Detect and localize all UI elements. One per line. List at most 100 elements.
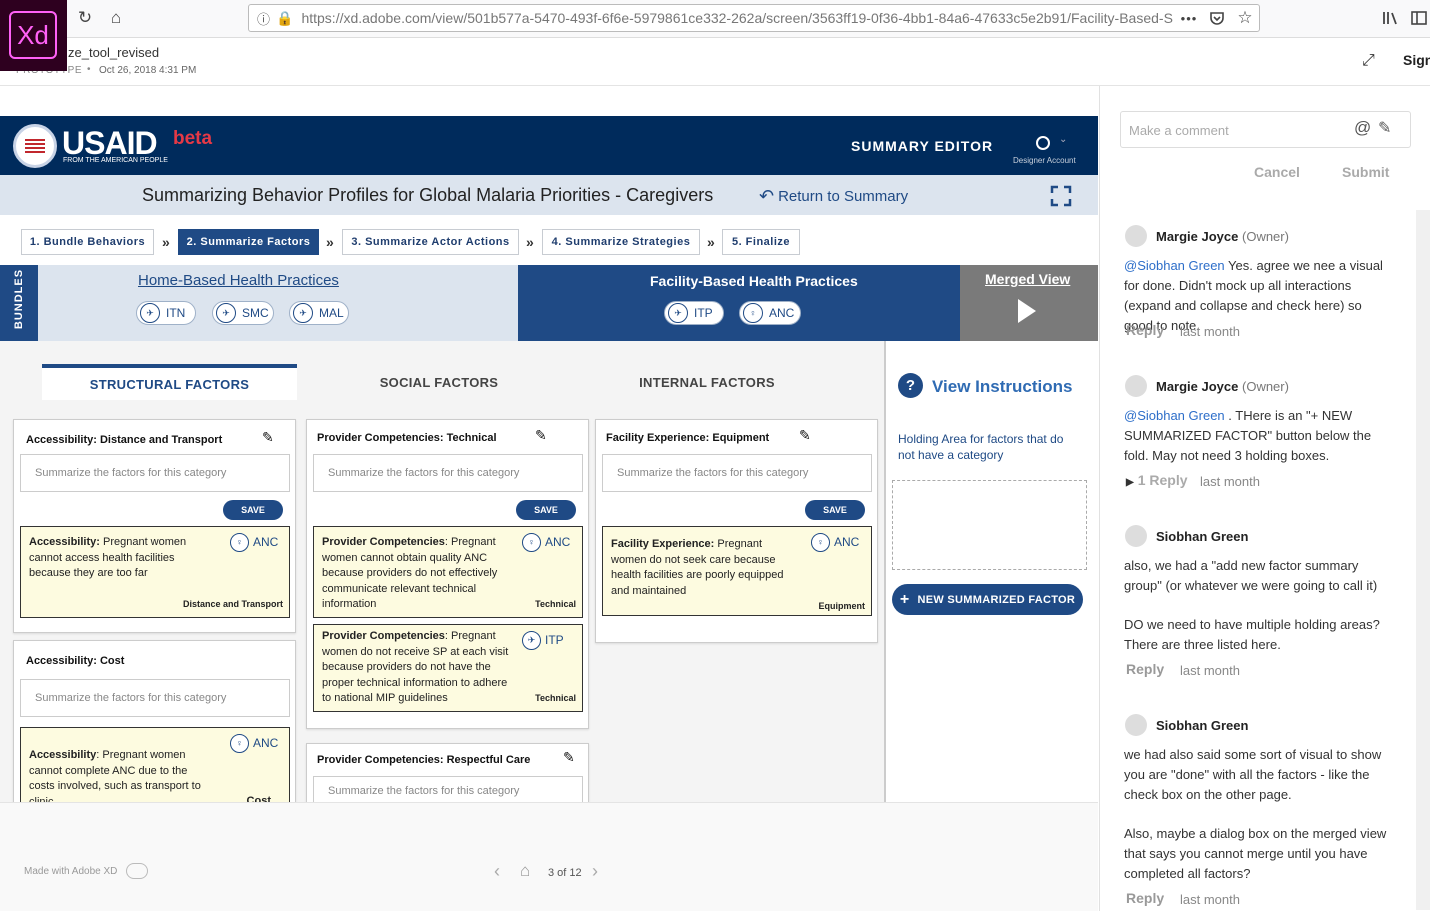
info-icon[interactable]: ⓘ xyxy=(257,9,270,28)
return-to-summary-link[interactable]: ↶ Return to Summary xyxy=(759,186,908,207)
bundle-home-title[interactable]: Home-Based Health Practices xyxy=(138,272,339,289)
author-name: Margie Joyce xyxy=(1156,379,1239,394)
factor-card[interactable]: Provider Competencies: Pregnant women do… xyxy=(313,624,583,712)
mention-link[interactable]: @Siobhan Green xyxy=(1124,408,1225,423)
return-label: Return to Summary xyxy=(778,188,909,205)
factor-bold: Provider Competencies xyxy=(322,630,445,642)
mosquito-icon: ✈ xyxy=(668,303,688,323)
pill-itn[interactable]: ✈ ITN xyxy=(136,301,196,325)
bundle-facility[interactable]: Facility-Based Health Practices xyxy=(518,265,960,341)
library-icon[interactable] xyxy=(1380,7,1402,29)
expand-replies-button[interactable]: ▶ 1 Reply xyxy=(1126,472,1188,488)
factor-card[interactable]: Accessibility: Pregnant women cannot acc… xyxy=(20,526,290,618)
account-icon[interactable] xyxy=(1036,136,1050,150)
pregnant-icon: ♀ xyxy=(522,533,541,552)
home-icon[interactable]: ⌂ xyxy=(105,7,127,29)
help-icon[interactable]: ? xyxy=(898,373,923,398)
url-bar[interactable]: ⓘ 🔒 https://xd.adobe.com/view/501b577a-5… xyxy=(248,4,1260,32)
made-with-label: Made with Adobe XD xyxy=(24,866,118,877)
tab-social-factors[interactable]: SOCIAL FACTORS xyxy=(320,364,558,400)
next-page-icon[interactable]: › xyxy=(592,861,598,882)
save-button[interactable]: SAVE xyxy=(805,500,865,520)
category-card: Provider Competencies: Technical ✎ Summa… xyxy=(306,419,589,729)
doc-date-sep: • xyxy=(87,64,91,75)
tab-structural-factors[interactable]: STRUCTURAL FACTORS xyxy=(42,364,297,400)
pill-itp[interactable]: ✈ ITP xyxy=(664,301,724,325)
factor-card[interactable]: Provider Competencies: Pregnant women ca… xyxy=(313,526,583,618)
save-button[interactable]: SAVE xyxy=(516,500,576,520)
summary-input[interactable]: Summarize the factors for this category xyxy=(313,454,583,492)
step-5-finalize[interactable]: 5. Finalize xyxy=(722,229,800,255)
factor-card[interactable]: Accessibility: Pregnant women cannot com… xyxy=(20,727,290,802)
comment-time: last month xyxy=(1200,474,1260,489)
doc-date: Oct 26, 2018 4:31 PM xyxy=(99,65,197,76)
page-title: Summarizing Behavior Profiles for Global… xyxy=(142,185,714,205)
badge-label: ITP xyxy=(545,632,564,647)
category-title: Facility Experience: Equipment xyxy=(606,432,770,444)
comment-body: @Siobhan Green Yes. agree we nee a visua… xyxy=(1124,256,1394,336)
summary-input[interactable]: Summarize the factors for this category xyxy=(313,776,583,802)
reload-icon[interactable]: ↻ xyxy=(74,7,96,29)
pin-icon[interactable]: ✎ xyxy=(1378,118,1391,138)
pill-label: MAL xyxy=(319,306,344,320)
home-screen-icon[interactable]: ⌂ xyxy=(520,861,530,881)
reply-button[interactable]: Reply xyxy=(1126,322,1164,338)
mosquito-icon: ✈ xyxy=(216,303,236,323)
step-2-summarize-factors[interactable]: 2. Summarize Factors xyxy=(178,229,319,255)
mention-link[interactable]: @Siobhan Green xyxy=(1124,258,1225,273)
reply-button[interactable]: Reply xyxy=(1126,890,1164,906)
pill-smc[interactable]: ✈ SMC xyxy=(212,301,274,325)
account-chevron-icon[interactable]: ⌄ xyxy=(1059,134,1067,145)
expand-icon[interactable] xyxy=(1050,185,1072,207)
cancel-button[interactable]: Cancel xyxy=(1254,164,1300,180)
pill-mal[interactable]: ✈ MAL xyxy=(289,301,349,325)
pencil-icon[interactable]: ✎ xyxy=(262,429,278,445)
creative-cloud-icon xyxy=(126,863,148,879)
pocket-icon[interactable] xyxy=(1206,7,1228,29)
summary-input[interactable]: Summarize the factors for this category xyxy=(20,454,290,492)
step-4-summarize-strategies[interactable]: 4. Summarize Strategies xyxy=(542,229,700,255)
step-chevron-icon: » xyxy=(162,234,170,250)
sidebar-icon[interactable] xyxy=(1408,7,1430,29)
mode-label: SUMMARY EDITOR xyxy=(851,138,994,154)
more-icon[interactable]: ••• xyxy=(1178,7,1200,29)
badge-label: ANC xyxy=(834,534,860,549)
xd-logo[interactable]: Xd xyxy=(0,0,67,71)
bundle-home[interactable]: Home-Based Health Practices xyxy=(38,265,518,341)
avatar xyxy=(1125,225,1147,247)
new-summarized-factor-button[interactable]: + NEW SUMMARIZED FACTOR xyxy=(892,584,1083,615)
pencil-icon[interactable]: ✎ xyxy=(799,427,815,443)
badge-label: ANC xyxy=(253,534,279,549)
submit-button[interactable]: Submit xyxy=(1342,164,1389,180)
new-factor-label: NEW SUMMARIZED FACTOR xyxy=(917,593,1076,606)
lock-icon: 🔒 xyxy=(276,9,294,26)
view-instructions-link[interactable]: View Instructions xyxy=(932,377,1072,397)
step-3-summarize-actor-actions[interactable]: 3. Summarize Actor Actions xyxy=(342,229,519,255)
pencil-icon[interactable]: ✎ xyxy=(563,749,579,765)
factor-card[interactable]: Facility Experience: Pregnant women do n… xyxy=(602,526,872,616)
save-button[interactable]: SAVE xyxy=(223,500,283,520)
mention-icon[interactable]: @ xyxy=(1354,118,1371,138)
sign-in-link[interactable]: Sign xyxy=(1403,52,1430,68)
comment-author: Margie Joyce (Owner) xyxy=(1156,229,1289,244)
factor-badge: ♀ ANC xyxy=(522,533,570,552)
reply-button[interactable]: Reply xyxy=(1126,661,1164,677)
pill-anc[interactable]: ♀ ANC xyxy=(739,301,801,325)
pencil-icon[interactable]: ✎ xyxy=(535,427,551,443)
fullscreen-icon[interactable]: ⤢ xyxy=(1362,52,1375,70)
bundle-facility-title: Facility-Based Health Practices xyxy=(650,273,858,289)
holding-drop-zone[interactable] xyxy=(892,480,1087,570)
category-card: Facility Experience: Equipment ✎ Summari… xyxy=(595,419,878,643)
summary-input[interactable]: Summarize the factors for this category xyxy=(602,454,872,492)
factor-bold: Accessibility: xyxy=(29,536,100,548)
summary-input[interactable]: Summarize the factors for this category xyxy=(20,679,290,717)
tab-internal-factors[interactable]: INTERNAL FACTORS xyxy=(588,364,826,400)
factor-tag: Technical xyxy=(535,693,576,703)
prev-page-icon[interactable]: ‹ xyxy=(494,861,500,882)
step-1-bundle-behaviors[interactable]: 1. Bundle Behaviors xyxy=(21,229,154,255)
badge-label: ANC xyxy=(253,735,279,750)
scrollbar-track[interactable] xyxy=(1416,210,1430,910)
merged-view-button[interactable]: Merged View xyxy=(960,265,1098,341)
prototype-artboard: USAID FROM THE AMERICAN PEOPLE beta SUMM… xyxy=(0,116,1098,802)
bookmark-star-icon[interactable]: ☆ xyxy=(1234,7,1256,29)
